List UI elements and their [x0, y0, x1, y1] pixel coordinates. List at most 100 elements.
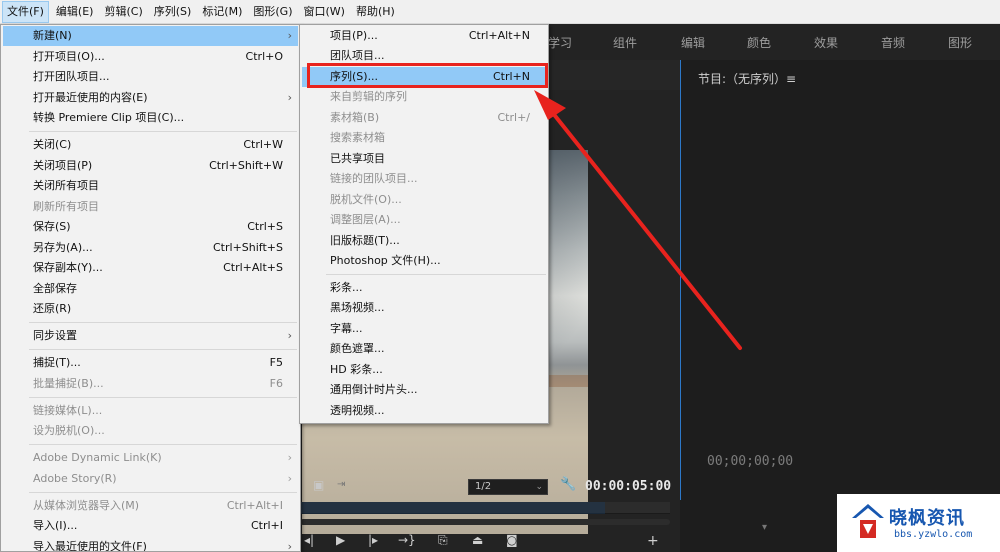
menu-item-capture[interactable]: 捕捉(T)... F5 — [3, 353, 298, 373]
camera-icon[interactable]: ◙ — [506, 533, 518, 547]
mark-out-icon[interactable]: ◂| — [304, 533, 314, 547]
submenu-item-offline-file: 脱机文件(O)... — [302, 190, 546, 210]
menu-item-revert[interactable]: 还原(R) — [3, 299, 298, 319]
menu-separator — [29, 131, 297, 132]
insert-marker-icon[interactable]: ⇥ — [337, 479, 345, 490]
menu-item-shortcut: F6 — [269, 377, 283, 390]
fit-frame-icon[interactable]: ▣ — [313, 478, 324, 492]
submenu-item-countdown[interactable]: 通用倒计时片头... — [302, 380, 546, 400]
submenu-item-photoshop-file[interactable]: Photoshop 文件(H)... — [302, 251, 546, 271]
workspace-tab-editing[interactable]: 编辑 — [681, 34, 705, 51]
menu-separator — [29, 349, 297, 350]
menu-item-shortcut: Ctrl+Alt+S — [223, 261, 283, 274]
menu-clip[interactable]: 剪辑(C) — [100, 1, 146, 23]
submenu-item-color-matte[interactable]: 颜色遮罩... — [302, 339, 546, 359]
submenu-item-bin: 素材箱(B) Ctrl+/ — [302, 108, 546, 128]
submenu-item-label: 脱机文件(O)... — [330, 193, 402, 206]
zoom-select[interactable]: 1/2 ⌄ — [468, 479, 548, 495]
submenu-item-transparent-video[interactable]: 透明视频... — [302, 401, 546, 421]
submenu-item-label: 来自剪辑的序列 — [330, 90, 407, 103]
add-button-icon[interactable]: + — [647, 533, 659, 549]
submenu-item-label: 素材箱(B) — [330, 111, 380, 124]
submenu-item-label: 彩条... — [330, 281, 363, 294]
submenu-item-sequence[interactable]: 序列(S)... Ctrl+N — [302, 67, 546, 87]
menu-help[interactable]: 帮助(H) — [352, 1, 399, 23]
program-timecode[interactable]: 00;00;00;00 — [707, 454, 793, 469]
submenu-item-label: 项目(P)... — [330, 29, 378, 42]
menu-edit[interactable]: 编辑(E) — [52, 1, 98, 23]
menu-item-label: 导入最近使用的文件(F) — [33, 540, 147, 552]
submenu-item-label: 透明视频... — [330, 404, 385, 417]
submenu-item-project[interactable]: 项目(P)... Ctrl+Alt+N — [302, 26, 546, 46]
submenu-item-captions[interactable]: 字幕... — [302, 319, 546, 339]
menu-item-sync-settings[interactable]: 同步设置 › — [3, 326, 298, 346]
go-to-out-icon[interactable]: →} — [398, 533, 416, 547]
menu-item-save[interactable]: 保存(S) Ctrl+S — [3, 217, 298, 237]
menu-item-label: 转换 Premiere Clip 项目(C)... — [33, 111, 185, 124]
menu-item-label: 链接媒体(L)... — [33, 404, 103, 417]
workspace-tab-graphics[interactable]: 图形 — [948, 34, 972, 51]
submenu-item-hd-bars[interactable]: HD 彩条... — [302, 360, 546, 380]
workspace-tab-learn[interactable]: 学习 — [548, 34, 572, 51]
menu-item-save-all[interactable]: 全部保存 — [3, 279, 298, 299]
chevron-down-icon: ⌄ — [535, 482, 543, 492]
submenu-item-shared-project[interactable]: 已共享项目 — [302, 149, 546, 169]
chevron-right-icon: › — [287, 29, 292, 42]
menu-item-label: 保存副本(Y)... — [33, 261, 103, 274]
submenu-item-label: 字幕... — [330, 322, 363, 335]
program-monitor: 节目:（无序列）≡ 00;00;00;00 ▾ — [681, 60, 1000, 552]
menu-item-link-media: 链接媒体(L)... — [3, 401, 298, 421]
menu-item-shortcut: Ctrl+Shift+S — [213, 241, 283, 254]
workspace-tab-color[interactable]: 颜色 — [747, 34, 771, 51]
menu-item-shortcut: Ctrl+I — [250, 519, 283, 532]
submenu-item-label: 颜色遮罩... — [330, 342, 385, 355]
menu-item-shortcut: Ctrl+Alt+I — [226, 499, 283, 512]
menu-item-label: 新建(N) — [33, 29, 72, 42]
insert-icon[interactable]: ⎘ — [438, 533, 448, 548]
menu-window[interactable]: 窗口(W) — [300, 1, 349, 23]
workspace-tab-assembly[interactable]: 组件 — [613, 34, 637, 51]
submenu-item-bars-tone[interactable]: 彩条... — [302, 278, 546, 298]
submenu-item-black-video[interactable]: 黑场视频... — [302, 298, 546, 318]
menu-item-label: 设为脱机(O)... — [33, 424, 105, 437]
menu-item-open-team-project[interactable]: 打开团队项目... — [3, 67, 298, 87]
overwrite-icon[interactable]: ⏏ — [472, 533, 483, 547]
step-forward-icon[interactable]: |▸ — [368, 533, 378, 547]
submenu-item-label: Photoshop 文件(H)... — [330, 254, 441, 267]
submenu-item-label: 调整图层(A)... — [330, 213, 401, 226]
menu-item-label: 另存为(A)... — [33, 241, 93, 254]
workspace-tab-effects[interactable]: 效果 — [814, 34, 838, 51]
menu-markers[interactable]: 标记(M) — [198, 1, 246, 23]
menu-item-close-all[interactable]: 关闭所有项目 — [3, 176, 298, 196]
menu-file[interactable]: 文件(F) — [2, 0, 49, 23]
menu-item-convert-clip[interactable]: 转换 Premiere Clip 项目(C)... — [3, 108, 298, 128]
menu-sequence[interactable]: 序列(S) — [150, 1, 196, 23]
menu-item-close[interactable]: 关闭(C) Ctrl+W — [3, 135, 298, 155]
chevron-right-icon: › — [287, 91, 292, 104]
workspace-tab-audio[interactable]: 音频 — [881, 34, 905, 51]
source-zoom-scrollbar[interactable] — [300, 519, 670, 525]
wrench-icon[interactable]: 🔧 — [560, 477, 576, 492]
submenu-item-sequence-from-clip: 来自剪辑的序列 — [302, 87, 546, 107]
menu-item-new[interactable]: 新建(N) › — [3, 26, 298, 46]
play-icon[interactable]: ▶ — [336, 533, 345, 547]
menu-item-open-project[interactable]: 打开项目(O)... Ctrl+O — [3, 47, 298, 67]
menu-separator — [29, 444, 297, 445]
submenu-item-legacy-title[interactable]: 旧版标题(T)... — [302, 231, 546, 251]
menu-item-close-project[interactable]: 关闭项目(P) Ctrl+Shift+W — [3, 156, 298, 176]
submenu-item-team-project[interactable]: 团队项目... — [302, 46, 546, 66]
new-submenu: 项目(P)... Ctrl+Alt+N 团队项目... 序列(S)... Ctr… — [299, 24, 549, 424]
menu-item-label: 从媒体浏览器导入(M) — [33, 499, 140, 512]
menu-graphics[interactable]: 图形(G) — [249, 1, 296, 23]
submenu-item-label: 搜索素材箱 — [330, 131, 385, 144]
submenu-item-search-bin: 搜索素材箱 — [302, 128, 546, 148]
menu-item-open-recent[interactable]: 打开最近使用的内容(E) › — [3, 88, 298, 108]
menu-item-save-copy[interactable]: 保存副本(Y)... Ctrl+Alt+S — [3, 258, 298, 278]
program-monitor-title[interactable]: 节目:（无序列）≡ — [698, 70, 796, 87]
menu-item-import[interactable]: 导入(I)... Ctrl+I — [3, 516, 298, 536]
watermark-logo-icon — [852, 504, 884, 538]
menu-item-shortcut: Ctrl+Shift+W — [209, 159, 283, 172]
menu-item-save-as[interactable]: 另存为(A)... Ctrl+Shift+S — [3, 238, 298, 258]
menu-item-label: 同步设置 — [33, 329, 77, 342]
menu-item-import-recent[interactable]: 导入最近使用的文件(F) › — [3, 537, 298, 552]
